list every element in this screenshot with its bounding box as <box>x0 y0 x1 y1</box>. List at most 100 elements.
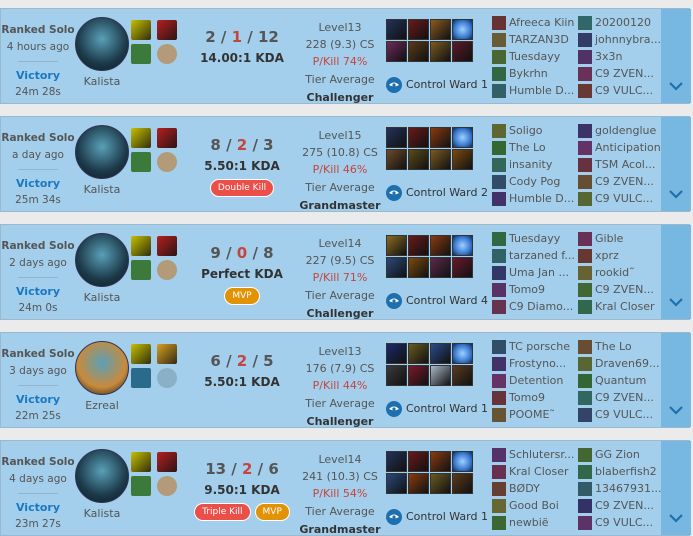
trinket-icon[interactable] <box>452 235 473 256</box>
item-slot-icon[interactable] <box>408 343 429 364</box>
item-slot-icon[interactable] <box>386 41 407 62</box>
player-name: Draven69... <box>595 357 660 370</box>
expand-match-button[interactable] <box>661 117 691 211</box>
item-slot-icon[interactable] <box>408 41 429 62</box>
queue-type: Ranked Solo <box>1 132 75 144</box>
player-champion-icon <box>578 50 592 64</box>
summoner-spell-icon[interactable] <box>157 452 177 472</box>
summoner-spell-icon[interactable] <box>131 344 151 364</box>
item-slot-icon[interactable] <box>408 235 429 256</box>
player-name: The Lo <box>595 340 632 353</box>
expand-match-button[interactable] <box>661 333 691 427</box>
trinket-icon[interactable] <box>452 127 473 148</box>
item-slot-icon[interactable] <box>452 41 473 62</box>
game-result: Victory <box>15 501 61 514</box>
item-slot-icon[interactable] <box>386 473 407 494</box>
rune-icon[interactable] <box>157 152 177 172</box>
player-name: C9 ZVEN... <box>595 499 654 512</box>
item-slot-icon[interactable] <box>430 473 451 494</box>
item-slot-icon[interactable] <box>452 257 473 278</box>
champion-portrait[interactable] <box>75 449 129 503</box>
player-champion-icon <box>578 465 592 479</box>
player-name: insanity <box>509 158 553 171</box>
champion-portrait[interactable] <box>75 233 129 287</box>
item-slot-icon[interactable] <box>408 365 429 386</box>
trinket-icon[interactable] <box>452 19 473 40</box>
rune-icon[interactable] <box>157 44 177 64</box>
item-slot-icon[interactable] <box>452 365 473 386</box>
summoner-spell-icon[interactable] <box>131 236 151 256</box>
player-champion-icon <box>578 516 592 530</box>
player-champion-icon <box>492 374 506 388</box>
control-ward-label: Control Ward 4 <box>406 294 488 307</box>
item-slot-icon[interactable] <box>452 473 473 494</box>
summoner-spell-icon[interactable] <box>131 20 151 40</box>
assists-count: 12 <box>257 28 279 46</box>
player-champion-icon <box>492 33 506 47</box>
rune-icon[interactable] <box>157 260 177 280</box>
trinket-icon[interactable] <box>452 343 473 364</box>
item-slot-icon[interactable] <box>430 343 451 364</box>
rune-icon[interactable] <box>157 368 177 388</box>
expand-match-button[interactable] <box>661 9 691 103</box>
summoner-spell-icon[interactable] <box>131 452 151 472</box>
summoner-spell-icon[interactable] <box>131 128 151 148</box>
item-slot-icon[interactable] <box>408 451 429 472</box>
expand-match-button[interactable] <box>661 225 691 319</box>
item-slot-icon[interactable] <box>452 149 473 170</box>
item-slot-icon[interactable] <box>386 19 407 40</box>
item-slot-icon[interactable] <box>430 365 451 386</box>
rune-icon[interactable] <box>131 260 151 280</box>
item-slot-icon[interactable] <box>430 235 451 256</box>
item-slot-icon[interactable] <box>430 19 451 40</box>
trinket-icon[interactable] <box>452 451 473 472</box>
assists-count: 6 <box>268 460 279 478</box>
item-slot-icon[interactable] <box>386 365 407 386</box>
item-slot-icon[interactable] <box>386 149 407 170</box>
item-slot-icon[interactable] <box>430 149 451 170</box>
champion-name: Ezreal <box>85 399 119 412</box>
item-slot-icon[interactable] <box>408 19 429 40</box>
meta-divider <box>18 169 58 170</box>
player-champion-icon <box>492 283 506 297</box>
item-slot-icon[interactable] <box>430 41 451 62</box>
tier-average: Challenger <box>306 91 374 104</box>
item-slot-icon[interactable] <box>386 235 407 256</box>
item-slot-icon[interactable] <box>386 257 407 278</box>
kill-participation: P/Kill 44% <box>312 379 368 392</box>
summoner-spell-icon[interactable] <box>157 128 177 148</box>
rune-icon[interactable] <box>131 44 151 64</box>
rune-icon[interactable] <box>131 152 151 172</box>
rune-icon[interactable] <box>131 476 151 496</box>
item-slot-icon[interactable] <box>408 127 429 148</box>
champion-portrait[interactable] <box>75 341 129 395</box>
rune-icon[interactable] <box>131 368 151 388</box>
kda-separator: / <box>220 136 237 154</box>
match-row: Ranked Solo 4 days ago Victory 23m 27s Kalis… <box>0 440 691 536</box>
item-slot-icon[interactable] <box>430 257 451 278</box>
item-slot-icon[interactable] <box>408 473 429 494</box>
expand-match-button[interactable] <box>661 441 691 535</box>
summoner-spell-icon[interactable] <box>157 236 177 256</box>
player-champion-icon <box>578 232 592 246</box>
item-slot-icon[interactable] <box>386 451 407 472</box>
rune-icon[interactable] <box>157 476 177 496</box>
item-slot-icon[interactable] <box>430 451 451 472</box>
summoner-spell-icon[interactable] <box>157 20 177 40</box>
player-name: 3x3n <box>595 50 623 63</box>
item-slot-icon[interactable] <box>430 127 451 148</box>
summoner-spell-icon[interactable] <box>157 344 177 364</box>
item-slot-icon[interactable] <box>408 257 429 278</box>
item-slot-icon[interactable] <box>386 127 407 148</box>
player-champion-icon <box>492 192 506 206</box>
queue-type: Ranked Solo <box>1 456 75 468</box>
deaths-count: 2 <box>242 460 253 478</box>
control-ward-label: Control Ward 1 <box>406 78 488 91</box>
champion-portrait[interactable] <box>75 17 129 71</box>
player-champion-icon <box>492 408 506 422</box>
item-slot-icon[interactable] <box>386 343 407 364</box>
champion-portrait[interactable] <box>75 125 129 179</box>
player-name: Good Boi <box>509 499 559 512</box>
player-champion-icon <box>578 67 592 81</box>
item-slot-icon[interactable] <box>408 149 429 170</box>
